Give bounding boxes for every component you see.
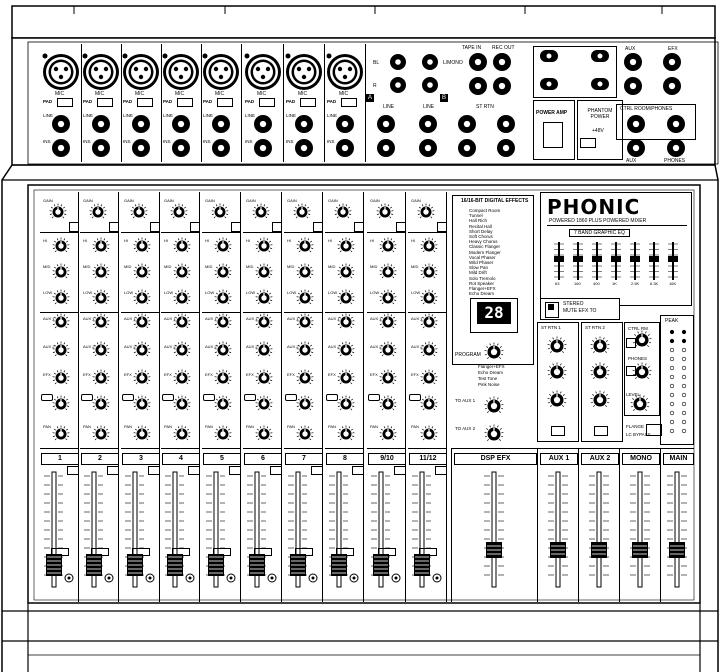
aux-return-area: ST RTN 1 ST RTN 2 CTRL RM PHONES LEVEL FLANGE… [0,0,720,672]
st-rtn-knob-2[interactable] [547,362,567,382]
st-rtn-knob-5[interactable] [590,362,610,382]
program-knob[interactable] [484,342,504,362]
lc-switch[interactable] [646,424,662,436]
st-rtn1-button[interactable] [551,426,565,436]
level-knob[interactable] [630,394,650,414]
mixer-diagram: MIC PAD LINE INS MIC PAD LINE INS MIC PAD LINE INS M… [0,0,720,672]
st-rtn-knob-1[interactable] [547,336,567,356]
st-rtn-knob-6[interactable] [590,390,610,410]
st-rtn-knob-4[interactable] [590,336,610,356]
st-rtn2-button[interactable] [594,426,608,436]
to-aux1-label: TO AUX 1 [455,398,476,403]
switch-label-1: FLANGE [626,424,645,429]
st-rtn-knob-3[interactable] [547,390,567,410]
phones-button[interactable] [626,366,636,376]
ctrl-room-button[interactable] [626,338,636,348]
st-rtn1-label: ST RTN 1 [541,325,561,330]
to-aux1-knob[interactable] [484,396,504,416]
phones-label-console: PHONES [628,356,648,361]
to-aux2-knob[interactable] [484,424,504,444]
to-aux2-label: TO AUX 2 [455,426,476,431]
st-rtn2-label: ST RTN 2 [585,325,605,330]
